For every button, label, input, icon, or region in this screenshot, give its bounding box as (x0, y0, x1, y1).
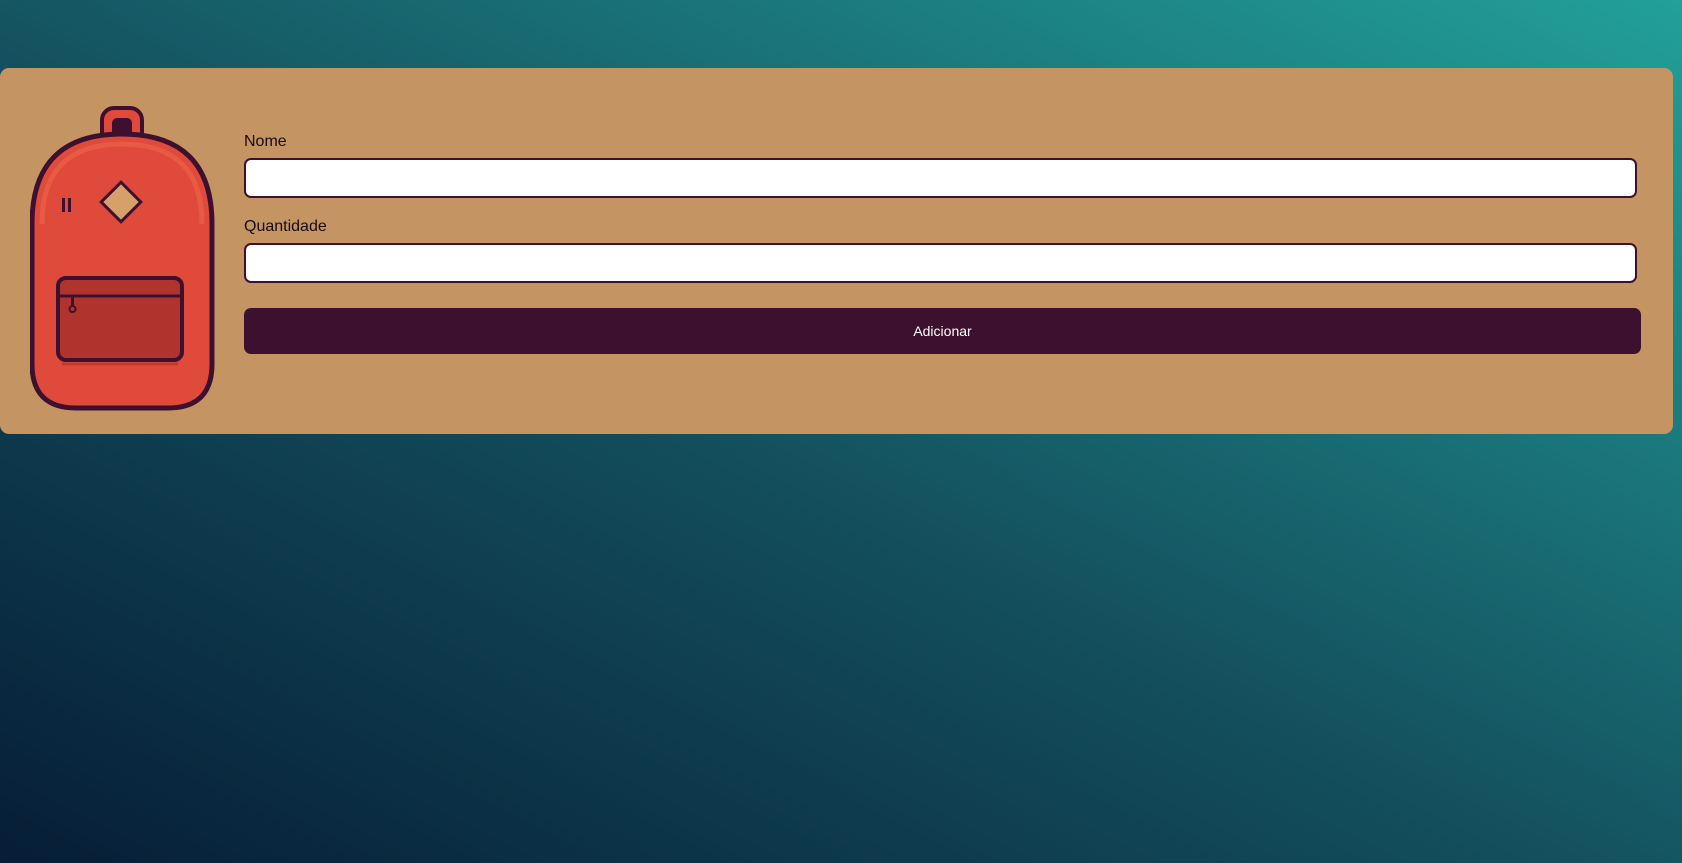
nome-label: Nome (244, 133, 287, 150)
quantidade-label: Quantidade (244, 218, 327, 235)
backpack-icon (30, 106, 215, 416)
nome-input[interactable] (244, 158, 1637, 198)
adicionar-button[interactable]: Adicionar (244, 308, 1641, 354)
add-item-panel: Nome Quantidade Adicionar (0, 68, 1673, 434)
quantidade-input[interactable] (244, 243, 1637, 283)
